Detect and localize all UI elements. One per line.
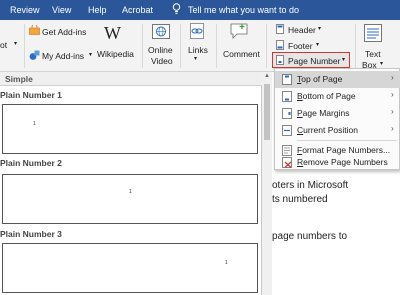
group-divider bbox=[142, 24, 143, 68]
online-video-icon bbox=[152, 24, 170, 39]
group-divider bbox=[355, 24, 356, 68]
menu-item-bottom-of-page[interactable]: Bottom of Page › bbox=[275, 88, 400, 105]
current-position-icon bbox=[282, 125, 292, 136]
my-addins-button[interactable]: My Add-ins bbox=[42, 51, 84, 61]
online-video-label-line2[interactable]: Video bbox=[151, 56, 173, 66]
gallery-item-label: Plain Number 2 bbox=[0, 158, 62, 168]
chevron-down-icon: ▾ bbox=[194, 56, 198, 62]
chevron-down-icon: ▾ bbox=[342, 57, 346, 63]
page-number-label: Page Number bbox=[288, 56, 341, 66]
ribbon-tab-bar: Review View Help Acrobat Tell me what yo… bbox=[0, 0, 400, 20]
document-text-line: ts numbered bbox=[272, 194, 328, 205]
gallery-section-header: Simple bbox=[0, 72, 262, 86]
chevron-down-icon: ▾ bbox=[89, 52, 93, 58]
footer-icon bbox=[276, 40, 284, 50]
chevron-right-icon: › bbox=[391, 90, 394, 99]
tab-acrobat[interactable]: Acrobat bbox=[122, 5, 153, 15]
gallery-item-plain-number-1[interactable]: 1 bbox=[2, 104, 258, 154]
tab-view[interactable]: View bbox=[52, 5, 71, 15]
tab-help[interactable]: Help bbox=[88, 5, 107, 15]
lightbulb-icon bbox=[172, 3, 181, 14]
menu-item-page-margins[interactable]: Page Margins › bbox=[275, 105, 400, 122]
page-margins-icon bbox=[282, 108, 292, 119]
get-addins-button[interactable]: Get Add-ins bbox=[42, 27, 86, 37]
group-divider bbox=[216, 24, 217, 68]
menu-item-remove-page-numbers[interactable]: Remove Page Numbers bbox=[275, 154, 400, 170]
footer-button[interactable]: Footer bbox=[288, 41, 313, 51]
menu-item-current-position[interactable]: Current Position › bbox=[275, 122, 400, 139]
tell-me-search[interactable]: Tell me what you want to do bbox=[188, 5, 299, 15]
menu-separator bbox=[297, 140, 397, 141]
page-bottom-icon bbox=[282, 91, 292, 102]
comment-button[interactable]: Comment bbox=[223, 49, 260, 59]
wikipedia-button[interactable]: Wikipedia bbox=[97, 49, 134, 59]
chevron-down-icon: ▾ bbox=[14, 41, 18, 47]
store-icon bbox=[29, 25, 40, 35]
document-text-line: oters in Microsoft bbox=[272, 180, 349, 191]
gallery-section-label: Simple bbox=[5, 74, 33, 84]
gallery-scrollbar[interactable]: ▲ bbox=[262, 72, 272, 295]
links-icon bbox=[190, 23, 204, 39]
chevron-down-icon: ▾ bbox=[380, 61, 384, 67]
chevron-right-icon: › bbox=[391, 124, 394, 133]
ribbon-partial-label[interactable]: ot bbox=[0, 40, 7, 50]
gallery-item-label: Plain Number 3 bbox=[0, 229, 62, 239]
online-video-label[interactable]: Online bbox=[148, 45, 173, 55]
chevron-right-icon: › bbox=[391, 73, 394, 82]
group-divider bbox=[24, 24, 25, 68]
page-number-icon bbox=[276, 55, 284, 65]
header-button[interactable]: Header bbox=[288, 25, 316, 35]
gallery-item-plain-number-3[interactable]: 1 bbox=[2, 243, 258, 293]
gallery-item-plain-number-2[interactable]: 1 bbox=[2, 174, 258, 224]
document-text-line: page numbers to bbox=[272, 231, 348, 242]
menu-item-top-of-page[interactable]: Top of Page › bbox=[275, 71, 400, 88]
group-divider bbox=[180, 24, 181, 68]
comment-icon bbox=[230, 23, 248, 39]
header-icon bbox=[276, 24, 284, 34]
scrollbar-thumb[interactable] bbox=[264, 84, 270, 140]
chevron-down-icon: ▾ bbox=[316, 42, 320, 48]
page-number-preview: 1 bbox=[33, 121, 36, 127]
page-top-icon bbox=[282, 74, 292, 85]
page-number-preview: 1 bbox=[129, 189, 132, 195]
tab-review[interactable]: Review bbox=[10, 5, 40, 15]
text-box-icon bbox=[364, 24, 382, 42]
links-button[interactable]: Links bbox=[188, 45, 208, 55]
text-box-label[interactable]: Text bbox=[365, 49, 381, 59]
ribbon: ot ▾ Get Add-ins My Add-ins ▾ W Wikipedi… bbox=[0, 20, 400, 72]
group-divider bbox=[266, 24, 267, 68]
page-number-gallery: Simple Plain Number 1 1 Plain Number 2 1… bbox=[0, 72, 262, 295]
chevron-right-icon: › bbox=[391, 107, 394, 116]
page-number-menu: Top of Page › Bottom of Page › Page Marg… bbox=[274, 68, 400, 170]
scroll-up-icon[interactable]: ▲ bbox=[264, 73, 270, 79]
addins-icon bbox=[29, 50, 40, 60]
page-number-preview: 1 bbox=[225, 260, 228, 266]
gallery-item-label: Plain Number 1 bbox=[0, 90, 62, 100]
chevron-down-icon: ▾ bbox=[318, 26, 322, 32]
remove-page-numbers-icon bbox=[282, 157, 292, 168]
wikipedia-icon: W bbox=[104, 23, 121, 43]
